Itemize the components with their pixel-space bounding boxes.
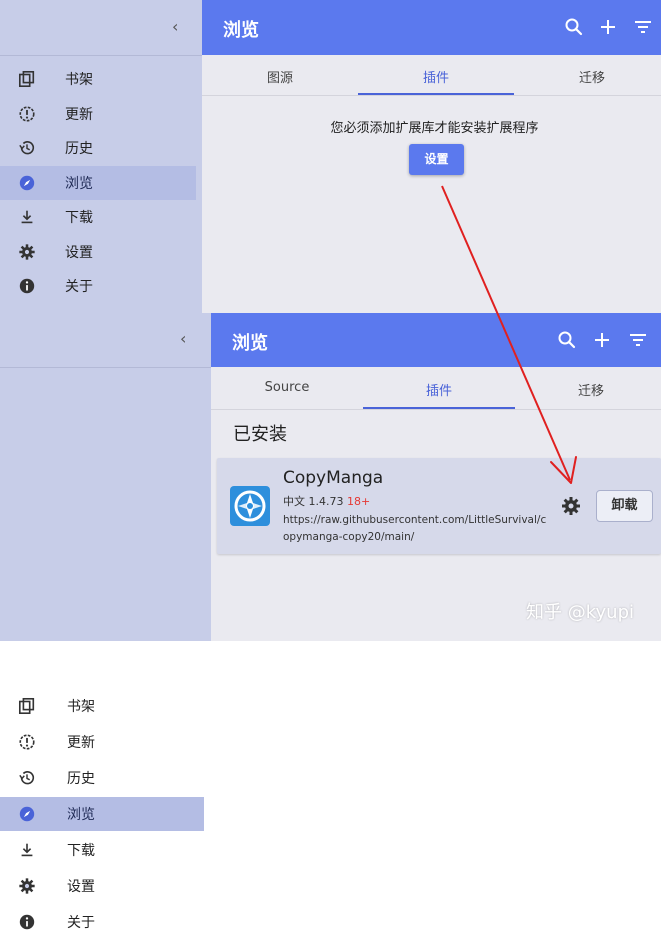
alert-circle-icon bbox=[17, 732, 37, 752]
sidebar-item[interactable]: 书架 bbox=[0, 689, 204, 723]
watermark: 知乎 @kyupi bbox=[526, 602, 634, 623]
sidebar-item[interactable]: 历史 bbox=[0, 761, 204, 795]
gear-icon bbox=[17, 876, 37, 896]
sidebar-item-label: 设置 bbox=[67, 879, 95, 895]
annotation-arrow bbox=[441, 185, 577, 484]
sidebar-item-label: 书架 bbox=[67, 699, 95, 715]
sidebar-item[interactable]: 浏览 bbox=[0, 797, 204, 831]
sidebar-item-label: 浏览 bbox=[67, 807, 95, 823]
download-icon bbox=[17, 840, 37, 860]
sidebar-item[interactable]: 关于 bbox=[0, 905, 204, 939]
sidebar-item[interactable]: 下载 bbox=[0, 833, 204, 867]
sidebar-item-label: 下载 bbox=[67, 843, 95, 859]
sidebar-item-label: 关于 bbox=[67, 915, 95, 931]
info-icon bbox=[17, 912, 37, 932]
sidebar-item-label: 更新 bbox=[67, 735, 95, 751]
sidebar-item-label: 历史 bbox=[67, 771, 95, 787]
sidebar-item[interactable]: 更新 bbox=[0, 725, 204, 759]
compass-icon bbox=[17, 804, 37, 824]
history-icon bbox=[17, 768, 37, 788]
sidebar-item[interactable]: 设置 bbox=[0, 869, 204, 903]
library-icon bbox=[17, 696, 37, 716]
